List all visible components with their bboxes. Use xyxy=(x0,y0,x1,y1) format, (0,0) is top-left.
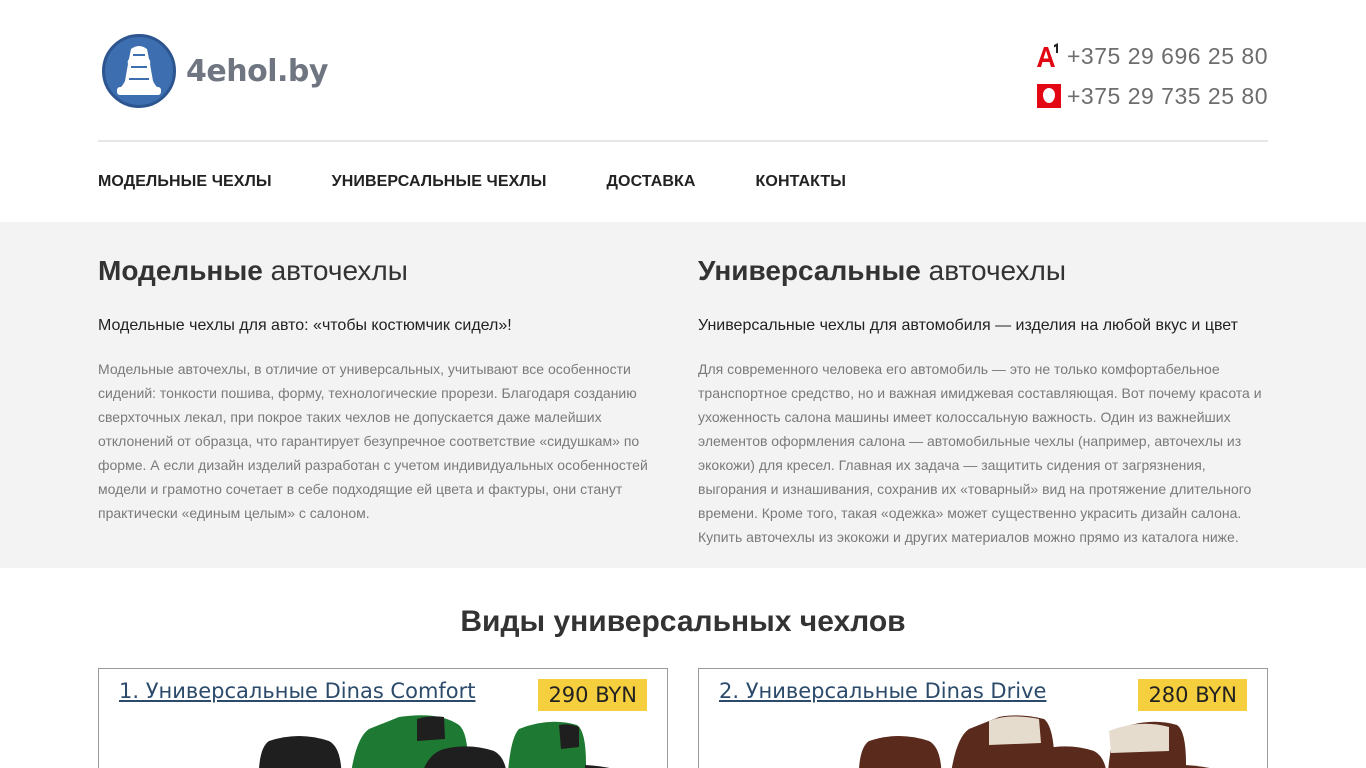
universal-covers-subtitle: Универсальные чехлы для автомобиля — изд… xyxy=(698,317,1238,334)
phone-list: +375 29 696 25 80 +375 29 735 25 80 xyxy=(1035,36,1268,116)
model-covers-text: Модельные авточехлы, в отличие от универ… xyxy=(98,361,648,521)
product-cards: 1. Универсальные Dinas Comfort 290 BYN 2… xyxy=(98,668,1268,768)
logo-text: 4ehol.by xyxy=(186,53,328,89)
types-heading: Виды универсальных чехлов xyxy=(460,605,906,638)
main-nav: МОДЕЛЬНЫЕ ЧЕХЛЫ УНИВЕРСАЛЬНЫЕ ЧЕХЛЫ ДОСТ… xyxy=(98,142,1268,222)
nav-item-contacts[interactable]: КОНТАКТЫ xyxy=(756,173,847,191)
model-covers-column: Модельные авточехлы Модельные чехлы для … xyxy=(98,254,668,549)
site-header: 4ehol.by +375 29 696 25 80 +375 29 735 2… xyxy=(98,0,1268,222)
header-bar: 4ehol.by +375 29 696 25 80 +375 29 735 2… xyxy=(98,0,1268,140)
car-seat-icon xyxy=(102,34,176,108)
nav-item-delivery[interactable]: ДОСТАВКА xyxy=(607,173,696,191)
price-badge: 290 BYN xyxy=(538,679,647,711)
nav-item-universal-covers[interactable]: УНИВЕРСАЛЬНЫЕ ЧЕХЛЫ xyxy=(332,173,547,191)
model-covers-heading: Модельные авточехлы xyxy=(98,255,408,286)
phone-row-a1: +375 29 696 25 80 xyxy=(1035,36,1268,76)
nav-item-model-covers[interactable]: МОДЕЛЬНЫЕ ЧЕХЛЫ xyxy=(98,173,272,191)
types-section: Виды универсальных чехлов 1. Универсальн… xyxy=(0,604,1366,768)
phone-row-mts: +375 29 735 25 80 xyxy=(1035,76,1268,116)
universal-covers-column: Универсальные авточехлы Универсальные че… xyxy=(698,254,1268,549)
model-covers-subtitle: Модельные чехлы для авто: «чтобы костюмч… xyxy=(98,317,512,334)
mts-operator-icon xyxy=(1037,84,1061,108)
universal-covers-text: Для современного человека его автомобиль… xyxy=(698,361,1262,545)
logo-link[interactable]: 4ehol.by xyxy=(102,34,328,108)
intro-section: Модельные авточехлы Модельные чехлы для … xyxy=(0,222,1366,568)
a1-operator-icon xyxy=(1035,43,1061,69)
product-card[interactable]: 2. Универсальные Dinas Drive 280 BYN xyxy=(698,668,1268,768)
product-card[interactable]: 1. Универсальные Dinas Comfort 290 BYN xyxy=(98,668,668,768)
product-title-link[interactable]: 2. Универсальные Dinas Drive xyxy=(719,679,1046,703)
product-title-link[interactable]: 1. Универсальные Dinas Comfort xyxy=(119,679,476,703)
price-badge: 280 BYN xyxy=(1138,679,1247,711)
phone-number-a1[interactable]: +375 29 696 25 80 xyxy=(1067,43,1268,70)
phone-number-mts[interactable]: +375 29 735 25 80 xyxy=(1067,83,1268,110)
universal-covers-heading: Универсальные авточехлы xyxy=(698,255,1066,286)
